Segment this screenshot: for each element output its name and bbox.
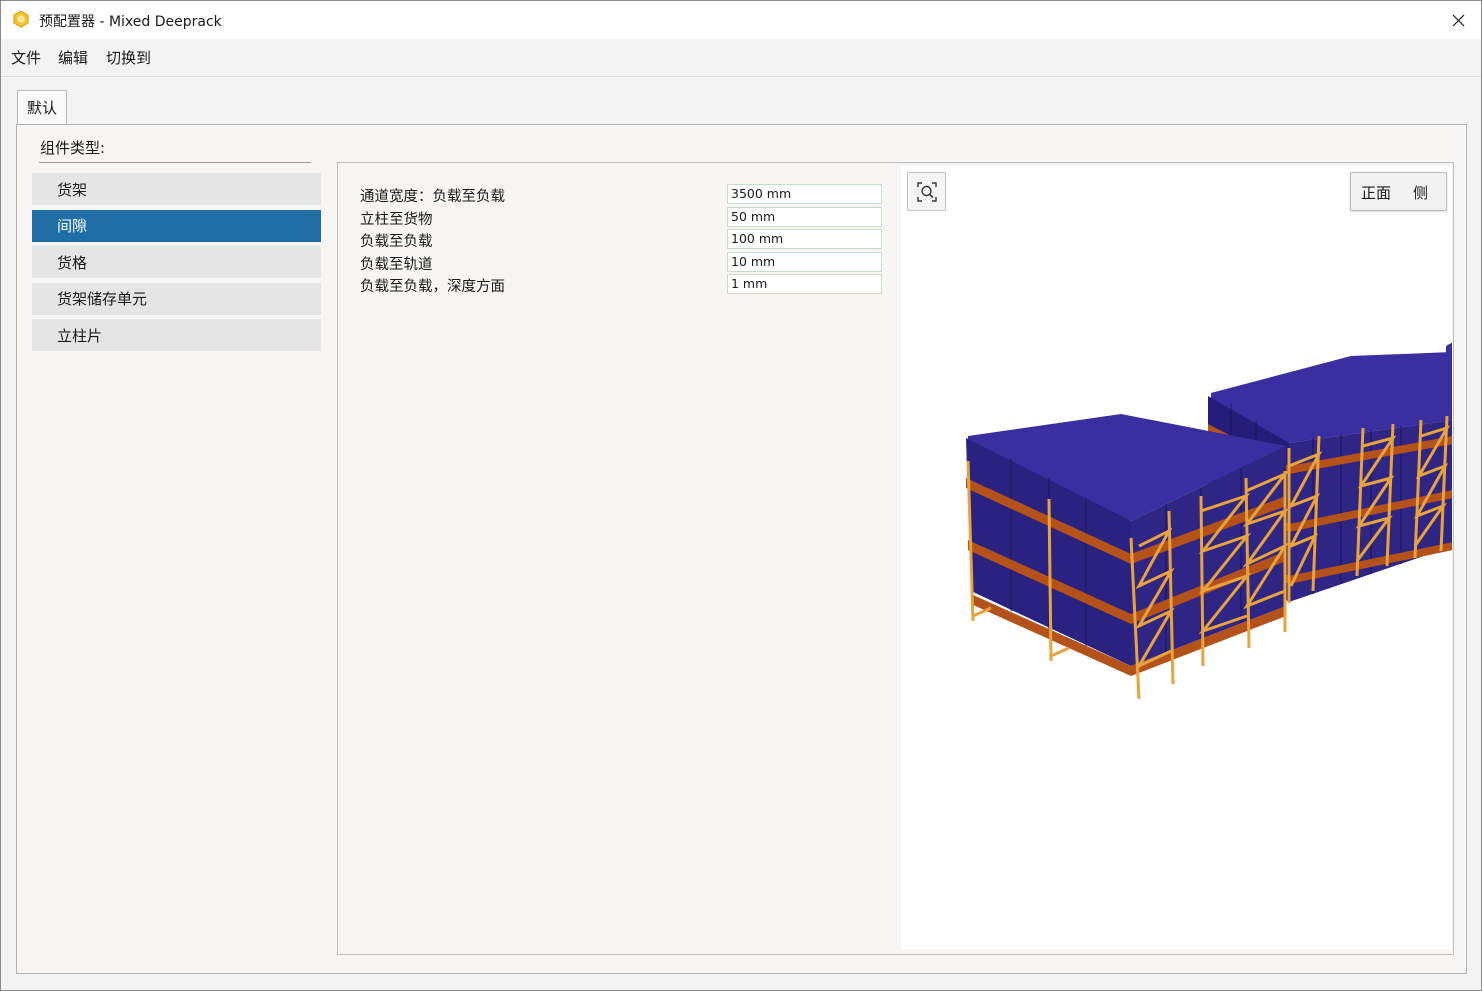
param-label: 通道宽度：负载至负载 [360, 189, 505, 205]
aisle-width-input[interactable]: 3500 mm [727, 184, 882, 204]
param-label: 负载至轨道 [360, 256, 433, 273]
tab-default[interactable]: 默认 [17, 90, 67, 124]
component-item-bay[interactable]: 货格 [32, 246, 321, 278]
3d-viewport[interactable]: 正面 侧 [901, 166, 1452, 949]
title-bar: 预配置器 - Mixed Deeprack [1, 1, 1481, 39]
upright-to-goods-input[interactable]: 50 mm [727, 206, 882, 227]
tab-panel: 组件类型: 货架 间隙 货格 货架储存单元 立柱片 通道宽度：负载至负载 350… [16, 124, 1467, 974]
front-view-button[interactable]: 正面 [1361, 182, 1391, 203]
menu-file[interactable]: 文件 [11, 47, 41, 68]
window-title: 预配置器 - Mixed Deeprack [39, 14, 222, 30]
hexagon-app-icon [13, 10, 29, 28]
application-window: 预配置器 - Mixed Deeprack 文件 编辑 切换到 默认 组件类型:… [0, 0, 1482, 991]
load-to-load-depth-input[interactable]: 1 mm [727, 274, 882, 294]
menu-switch-to[interactable]: 切换到 [106, 47, 151, 68]
close-icon [1452, 14, 1464, 26]
section-divider [39, 162, 311, 163]
param-label: 负载至负载 [360, 234, 433, 250]
side-view-button[interactable]: 侧 [1413, 182, 1428, 203]
param-label: 负载至负载，深度方面 [360, 279, 505, 295]
close-button[interactable] [1435, 1, 1481, 39]
param-row: 立柱至货物 50 mm [360, 206, 885, 229]
param-label: 立柱至货物 [360, 211, 433, 228]
component-item-storage-unit[interactable]: 货架储存单元 [32, 282, 321, 315]
front-rack-block [966, 414, 1290, 700]
rack-3d-model [966, 342, 1452, 700]
zoom-extents-button[interactable] [907, 172, 946, 211]
zoom-extents-icon [916, 181, 937, 202]
tab-strip: 默认 [1, 77, 1481, 125]
load-to-rail-input[interactable]: 10 mm [727, 251, 882, 272]
rack-edge-fragment [1446, 342, 1452, 370]
menu-edit[interactable]: 编辑 [58, 47, 88, 68]
load-to-load-input[interactable]: 100 mm [727, 229, 882, 249]
component-type-list: 货架 间隙 货格 货架储存单元 立柱片 [32, 173, 321, 356]
view-toggle-group: 正面 侧 [1350, 172, 1447, 211]
param-row: 负载至负载 100 mm [360, 229, 885, 251]
menu-bar: 文件 编辑 切换到 [1, 40, 1481, 77]
component-type-label: 组件类型: [40, 139, 106, 157]
param-row: 通道宽度：负载至负载 3500 mm [360, 184, 885, 206]
component-item-clearance[interactable]: 间隙 [32, 209, 321, 242]
param-row: 负载至负载，深度方面 1 mm [360, 274, 885, 296]
param-row: 负载至轨道 10 mm [360, 251, 885, 274]
properties-panel: 通道宽度：负载至负载 3500 mm 立柱至货物 50 mm 负载至负载 100… [337, 162, 1454, 955]
component-item-rack[interactable]: 货架 [32, 173, 321, 205]
component-item-upright-frame[interactable]: 立柱片 [32, 319, 321, 351]
